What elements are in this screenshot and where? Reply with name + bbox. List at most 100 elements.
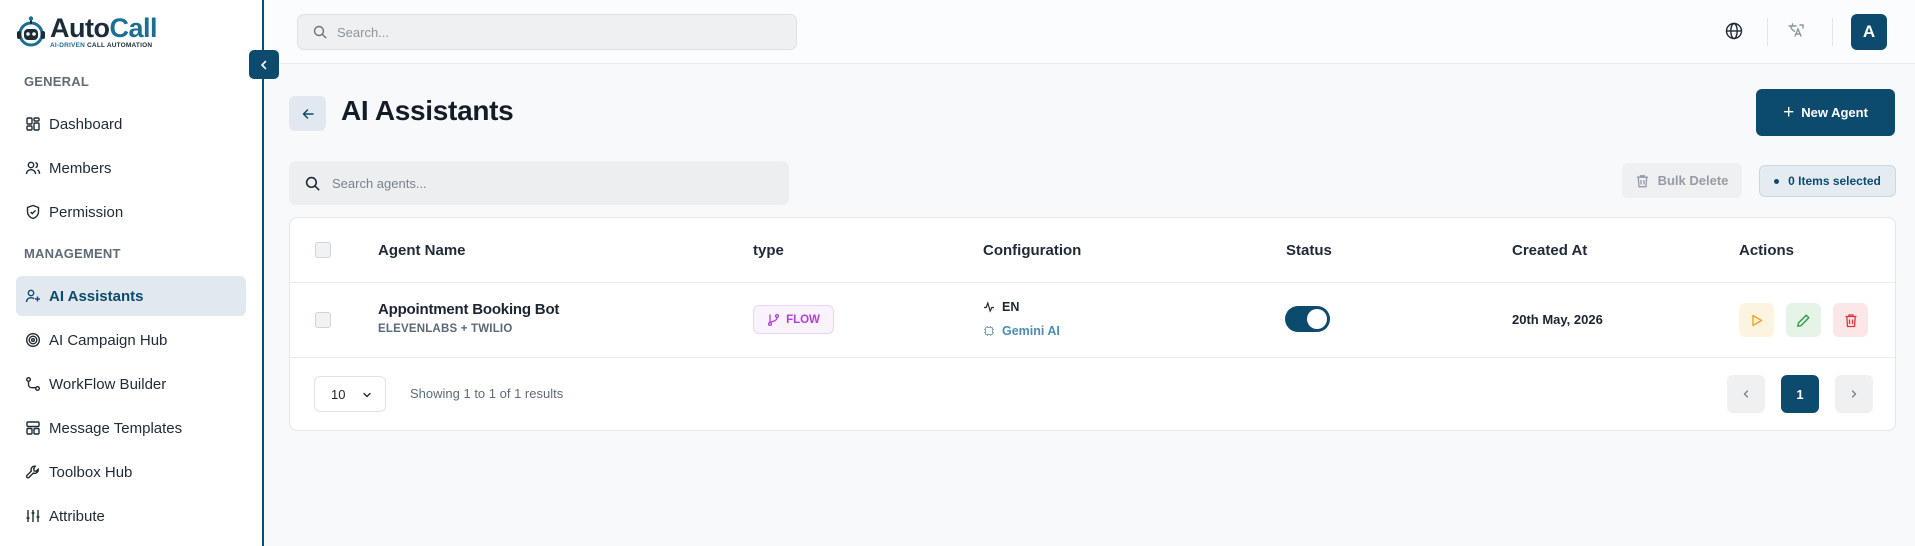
status-dot — [1774, 178, 1780, 184]
sidebar-item-label: Toolbox Hub — [49, 463, 133, 481]
config-model-label: Gemini AI — [1002, 324, 1060, 338]
global-search[interactable] — [297, 14, 797, 50]
config-language: EN — [983, 300, 1019, 314]
bulk-delete-button[interactable]: Bulk Delete — [1622, 163, 1742, 198]
sidebar-item-label: Attribute — [49, 507, 105, 525]
sliders-icon — [25, 508, 41, 524]
agent-search[interactable] — [289, 161, 789, 205]
brand-name-part2: Call — [109, 13, 158, 43]
column-header-actions: Actions — [1739, 242, 1795, 259]
chevron-down-icon — [363, 392, 371, 398]
dashboard-icon — [25, 116, 41, 132]
divider — [1832, 18, 1833, 46]
bulk-delete-label: Bulk Delete — [1657, 173, 1729, 188]
page-title: AI Assistants — [341, 95, 514, 126]
sidebar-item-label: WorkFlow Builder — [49, 375, 167, 393]
sidebar-item-permission[interactable]: Permission — [16, 192, 246, 232]
column-header-status[interactable]: Status — [1286, 242, 1332, 259]
sidebar: AutoCall AI-DRIVEN CALL AUTOMATION GENER… — [0, 0, 264, 546]
config-language-label: EN — [1002, 300, 1020, 314]
search-icon — [313, 25, 327, 39]
workflow-icon — [25, 376, 41, 392]
arrow-left-icon — [302, 108, 314, 119]
brand-name-part1: Auto — [50, 13, 110, 43]
status-toggle[interactable] — [1285, 306, 1330, 332]
sidebar-item-dashboard[interactable]: Dashboard — [16, 104, 246, 144]
users-icon — [25, 160, 41, 176]
brand-tagline-part1: AI-DRIVEN — [50, 42, 86, 49]
select-all-checkbox[interactable] — [315, 242, 331, 258]
column-header-type[interactable]: type — [753, 242, 784, 259]
new-agent-button[interactable]: + New Agent — [1756, 89, 1895, 136]
sidebar-item-label: AI Assistants — [49, 287, 144, 305]
new-agent-label: New Agent — [1801, 105, 1868, 120]
sidebar-collapse-button[interactable] — [249, 50, 279, 79]
user-plus-icon — [25, 288, 41, 304]
user-avatar[interactable]: A — [1851, 14, 1887, 50]
globe-icon[interactable] — [1724, 21, 1744, 41]
sidebar-item-workflow-builder[interactable]: WorkFlow Builder — [16, 364, 246, 404]
chip-icon — [984, 326, 994, 336]
chevron-left-icon — [1743, 390, 1749, 398]
play-button[interactable] — [1739, 303, 1774, 337]
previous-page-button[interactable] — [1727, 375, 1765, 413]
agent-search-input[interactable] — [332, 175, 772, 191]
sidebar-item-label: Message Templates — [49, 419, 183, 437]
brand-logo[interactable]: AutoCall AI-DRIVEN CALL AUTOMATION — [14, 12, 158, 52]
page-button-current[interactable]: 1 — [1781, 375, 1819, 413]
type-label: FLOW — [786, 313, 820, 326]
sidebar-item-label: Dashboard — [49, 115, 123, 133]
sidebar-item-ai-assistants[interactable]: AI Assistants — [16, 276, 246, 316]
wrench-icon — [25, 464, 41, 480]
play-icon — [1752, 314, 1763, 326]
column-header-configuration[interactable]: Configuration — [983, 242, 1081, 259]
nav-section-management: MANAGEMENT — [24, 246, 121, 261]
trash-icon — [1636, 174, 1648, 187]
per-page-select[interactable]: 10 — [314, 376, 386, 412]
sidebar-item-label: AI Campaign Hub — [49, 331, 168, 349]
agent-provider: ELEVENLABS + TWILIO — [378, 323, 513, 335]
config-model: Gemini AI — [983, 324, 1060, 338]
robot-headset-icon — [14, 15, 48, 49]
search-icon — [305, 176, 320, 191]
chevron-right-icon — [1851, 390, 1857, 398]
sidebar-item-attribute[interactable]: Attribute — [16, 496, 246, 536]
row-checkbox[interactable] — [315, 312, 331, 328]
sidebar-item-label: Members — [49, 159, 112, 177]
global-search-input[interactable] — [337, 24, 757, 40]
topbar: A — [266, 0, 1915, 64]
chevron-left-icon — [261, 60, 267, 69]
pencil-icon — [1797, 314, 1810, 327]
created-at: 20th May, 2026 — [1512, 312, 1603, 327]
target-icon — [25, 332, 41, 348]
per-page-value: 10 — [331, 386, 346, 402]
git-branch-icon — [768, 313, 780, 326]
column-header-agent-name[interactable]: Agent Name — [378, 242, 466, 259]
divider — [1767, 18, 1768, 46]
type-badge: FLOW — [753, 305, 834, 334]
sidebar-item-ai-campaign-hub[interactable]: AI Campaign Hub — [16, 320, 246, 360]
delete-button[interactable] — [1833, 303, 1868, 337]
agent-name[interactable]: Appointment Booking Bot — [378, 301, 559, 318]
table-header: Agent Name type Configuration Status Cre… — [290, 218, 1895, 283]
sidebar-item-label: Permission — [49, 203, 124, 221]
sidebar-item-message-templates[interactable]: Message Templates — [16, 408, 246, 448]
sidebar-item-members[interactable]: Members — [16, 148, 246, 188]
translate-icon[interactable] — [1786, 21, 1806, 41]
shield-icon — [25, 204, 41, 220]
selected-count-label: 0 Items selected — [1788, 174, 1881, 188]
sidebar-item-toolbox-hub[interactable]: Toolbox Hub — [16, 452, 246, 492]
nav-section-general: GENERAL — [24, 74, 89, 89]
back-button[interactable] — [289, 96, 326, 131]
trash-icon — [1845, 313, 1856, 327]
brand-tagline-part2: CALL AUTOMATION — [85, 42, 153, 49]
toggle-knob — [1307, 309, 1327, 329]
activity-icon — [984, 301, 994, 313]
template-icon — [25, 420, 41, 436]
column-header-created-at[interactable]: Created At — [1512, 242, 1587, 259]
edit-button[interactable] — [1786, 303, 1821, 337]
pagination-summary: Showing 1 to 1 of 1 results — [410, 386, 564, 401]
next-page-button[interactable] — [1835, 375, 1873, 413]
table-row[interactable]: Appointment Booking Bot ELEVENLABS + TWI… — [290, 283, 1895, 358]
plus-icon: + — [1783, 102, 1795, 123]
